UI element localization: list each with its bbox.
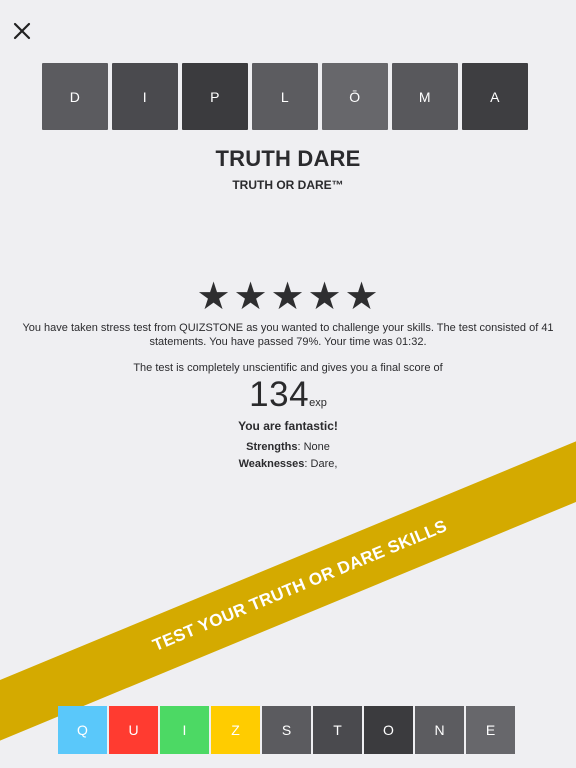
- star-icon: ★: [344, 276, 380, 318]
- logo-tile: Q: [58, 706, 107, 754]
- verdict-text: You are fantastic!: [238, 419, 338, 433]
- star-icon: ★: [307, 276, 343, 318]
- star-icon: ★: [233, 276, 269, 318]
- result-summary: You have taken stress test from QUIZSTON…: [22, 322, 554, 348]
- score-unit: exp: [309, 397, 327, 409]
- weaknesses-value: : Dare,: [304, 458, 338, 470]
- logo-tile: T: [313, 706, 362, 754]
- diploma-tile: L: [252, 63, 318, 130]
- close-button[interactable]: [10, 19, 34, 43]
- quizstone-logo-tiles: Q U I Z S T O N E: [58, 706, 515, 754]
- diploma-tile: D: [42, 63, 108, 130]
- close-icon: [13, 22, 31, 40]
- score-value: 134: [249, 375, 310, 414]
- strengths-line: Strengths: None: [0, 441, 576, 453]
- star-rating: ★★★★★: [0, 276, 576, 318]
- diploma-tile: Ō: [322, 63, 388, 130]
- logo-tile: U: [109, 706, 158, 754]
- diploma-title-tiles: D I P L Ō M A: [42, 63, 528, 130]
- weaknesses-line: Weaknesses: Dare,: [0, 458, 576, 470]
- diploma-tile: I: [112, 63, 178, 130]
- weaknesses-label: Weaknesses: [238, 458, 305, 470]
- logo-tile: S: [262, 706, 311, 754]
- diploma-tile: P: [182, 63, 248, 130]
- banner-text: TEST YOUR TRUTH OR DARE SKILLS: [149, 516, 450, 655]
- logo-tile: I: [160, 706, 209, 754]
- logo-tile: E: [466, 706, 515, 754]
- diploma-tile: M: [392, 63, 458, 130]
- strengths-value: : None: [297, 441, 330, 453]
- quiz-title: TRUTH DARE: [215, 146, 361, 171]
- strengths-label: Strengths: [246, 441, 298, 453]
- score-disclaimer: The test is completely unscientific and …: [133, 362, 443, 374]
- star-icon: ★: [270, 276, 306, 318]
- logo-tile: O: [364, 706, 413, 754]
- star-icon: ★: [196, 276, 232, 318]
- logo-tile: Z: [211, 706, 260, 754]
- diploma-tile: A: [462, 63, 528, 130]
- quiz-subtitle: TRUTH OR DARE™: [232, 178, 344, 192]
- final-score: 134exp: [0, 375, 576, 415]
- logo-tile: N: [415, 706, 464, 754]
